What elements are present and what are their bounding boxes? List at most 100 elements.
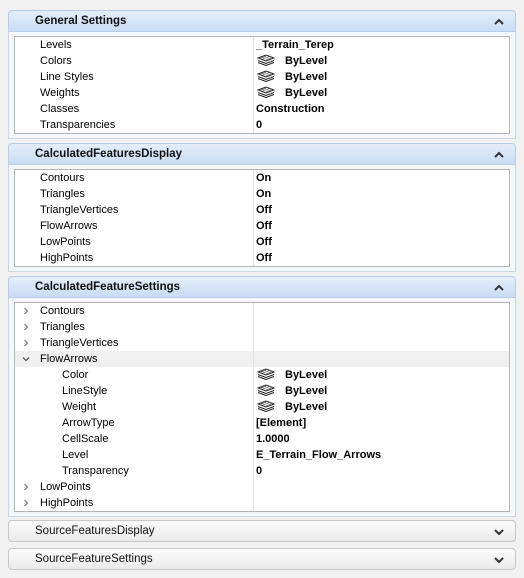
property-value-text: Construction [256, 103, 325, 115]
property-value-text: On [256, 172, 272, 184]
tree-child-row[interactable]: Color ByLevel [15, 367, 509, 383]
column-divider [253, 479, 254, 495]
property-name: TriangleVertices [40, 204, 119, 216]
property-row[interactable]: HighPoints Off [15, 250, 509, 266]
chevron-down-icon[interactable] [493, 526, 505, 538]
calculated-features-display-header[interactable]: CalculatedFeaturesDisplay [8, 143, 516, 165]
property-name: HighPoints [40, 252, 94, 264]
general-settings-header[interactable]: General Settings [8, 10, 516, 32]
tree-child-row[interactable]: CellScale 1.0000 [15, 431, 509, 447]
general-settings-panel: General Settings Levels _Terrain_Terep Col… [8, 10, 516, 139]
source-features-display-header[interactable]: SourceFeaturesDisplay [8, 520, 516, 542]
property-name: FlowArrows [40, 220, 98, 232]
column-divider [253, 303, 254, 319]
property-value[interactable]: Off [256, 218, 272, 234]
property-value[interactable]: ByLevel [256, 69, 327, 85]
chevron-up-icon[interactable] [493, 149, 505, 161]
tree-child-row[interactable]: Weight ByLevel [15, 399, 509, 415]
tree-group-row[interactable]: HighPoints [15, 495, 509, 511]
tree-group-row[interactable]: Contours [15, 303, 509, 319]
column-divider [253, 186, 254, 202]
property-value[interactable]: 0 [256, 463, 262, 479]
property-row[interactable]: Line Styles ByLevel [15, 69, 509, 85]
property-name: LowPoints [40, 481, 91, 493]
column-divider [253, 431, 254, 447]
column-divider [253, 415, 254, 431]
chevron-right-icon[interactable] [22, 339, 30, 347]
property-name: ArrowType [62, 417, 115, 429]
property-grid: Contours On Triangles On TriangleVertices Off… [14, 169, 510, 267]
property-value-text: _Terrain_Terep [256, 39, 334, 51]
source-feature-settings-header[interactable]: SourceFeatureSettings [8, 548, 516, 570]
property-grid: Levels _Terrain_Terep Colors ByLevel Line St… [14, 36, 510, 134]
property-row[interactable]: Classes Construction [15, 101, 509, 117]
property-value[interactable]: Construction [256, 101, 324, 117]
panel-title: SourceFeatureSettings [35, 553, 153, 565]
property-value[interactable]: E_Terrain_Flow_Arrows [256, 447, 381, 463]
chevron-down-icon[interactable] [493, 554, 505, 566]
column-divider [253, 383, 254, 399]
property-value-text: 0 [256, 465, 263, 477]
property-name: FlowArrows [40, 353, 98, 365]
tree-group-row[interactable]: LowPoints [15, 479, 509, 495]
calculated-features-display-panel: CalculatedFeaturesDisplay Contours On Tria… [8, 143, 516, 272]
chevron-right-icon[interactable] [22, 307, 30, 315]
property-value[interactable]: On [256, 170, 271, 186]
property-row[interactable]: Contours On [15, 170, 509, 186]
calculated-features-display-body: Contours On Triangles On TriangleVertices Off… [8, 165, 516, 272]
property-name: Level [62, 449, 89, 461]
tree-group-row[interactable]: TriangleVertices [15, 335, 509, 351]
property-grid: Contours Triangles TriangleVertices FlowArr… [14, 302, 510, 512]
property-value[interactable]: On [256, 186, 271, 202]
property-value[interactable]: Off [256, 250, 272, 266]
bylevel-icon [257, 400, 275, 412]
property-row[interactable]: Levels _Terrain_Terep [15, 37, 509, 53]
property-row[interactable]: LowPoints Off [15, 234, 509, 250]
chevron-right-icon[interactable] [22, 323, 30, 331]
property-value-text: Off [256, 220, 272, 232]
chevron-up-icon[interactable] [493, 282, 505, 294]
property-value[interactable]: 1.0000 [256, 431, 290, 447]
property-value[interactable]: ByLevel [256, 383, 327, 399]
panel-title: CalculatedFeaturesDisplay [35, 148, 183, 160]
property-value[interactable]: [Element] [256, 415, 306, 431]
property-row[interactable]: Triangles On [15, 186, 509, 202]
column-divider [253, 367, 254, 383]
column-divider [253, 463, 254, 479]
column-divider [253, 447, 254, 463]
property-value-text: On [256, 188, 272, 200]
tree-group-row[interactable]: FlowArrows [15, 351, 509, 367]
property-name: Contours [40, 172, 85, 184]
property-value[interactable]: ByLevel [256, 367, 327, 383]
calculated-feature-settings-header[interactable]: CalculatedFeatureSettings [8, 276, 516, 298]
property-row[interactable]: Colors ByLevel [15, 53, 509, 69]
tree-group-row[interactable]: Triangles [15, 319, 509, 335]
tree-child-row[interactable]: LineStyle ByLevel [15, 383, 509, 399]
property-row[interactable]: TriangleVertices Off [15, 202, 509, 218]
property-value-text: Off [256, 252, 272, 264]
property-name: Contours [40, 305, 85, 317]
column-divider [253, 37, 254, 53]
property-value[interactable]: Off [256, 234, 272, 250]
property-row[interactable]: Transparencies 0 [15, 117, 509, 133]
tree-child-row[interactable]: Level E_Terrain_Flow_Arrows [15, 447, 509, 463]
property-value[interactable]: Off [256, 202, 272, 218]
chevron-up-icon[interactable] [493, 16, 505, 28]
tree-child-row[interactable]: ArrowType [Element] [15, 415, 509, 431]
chevron-right-icon[interactable] [22, 483, 30, 491]
property-value[interactable]: _Terrain_Terep [256, 37, 334, 53]
tree-child-row[interactable]: Transparency 0 [15, 463, 509, 479]
chevron-down-icon[interactable] [22, 355, 30, 363]
property-value-text: ByLevel [285, 401, 328, 413]
property-value-text: [Element] [256, 417, 307, 429]
property-row[interactable]: FlowArrows Off [15, 218, 509, 234]
property-value[interactable]: ByLevel [256, 53, 327, 69]
property-value[interactable]: ByLevel [256, 85, 327, 101]
property-value-text: Off [256, 236, 272, 248]
property-value[interactable]: ByLevel [256, 399, 327, 415]
chevron-right-icon[interactable] [22, 499, 30, 507]
property-name: Triangles [40, 188, 85, 200]
property-name: Colors [40, 55, 72, 67]
property-value[interactable]: 0 [256, 117, 262, 133]
property-row[interactable]: Weights ByLevel [15, 85, 509, 101]
